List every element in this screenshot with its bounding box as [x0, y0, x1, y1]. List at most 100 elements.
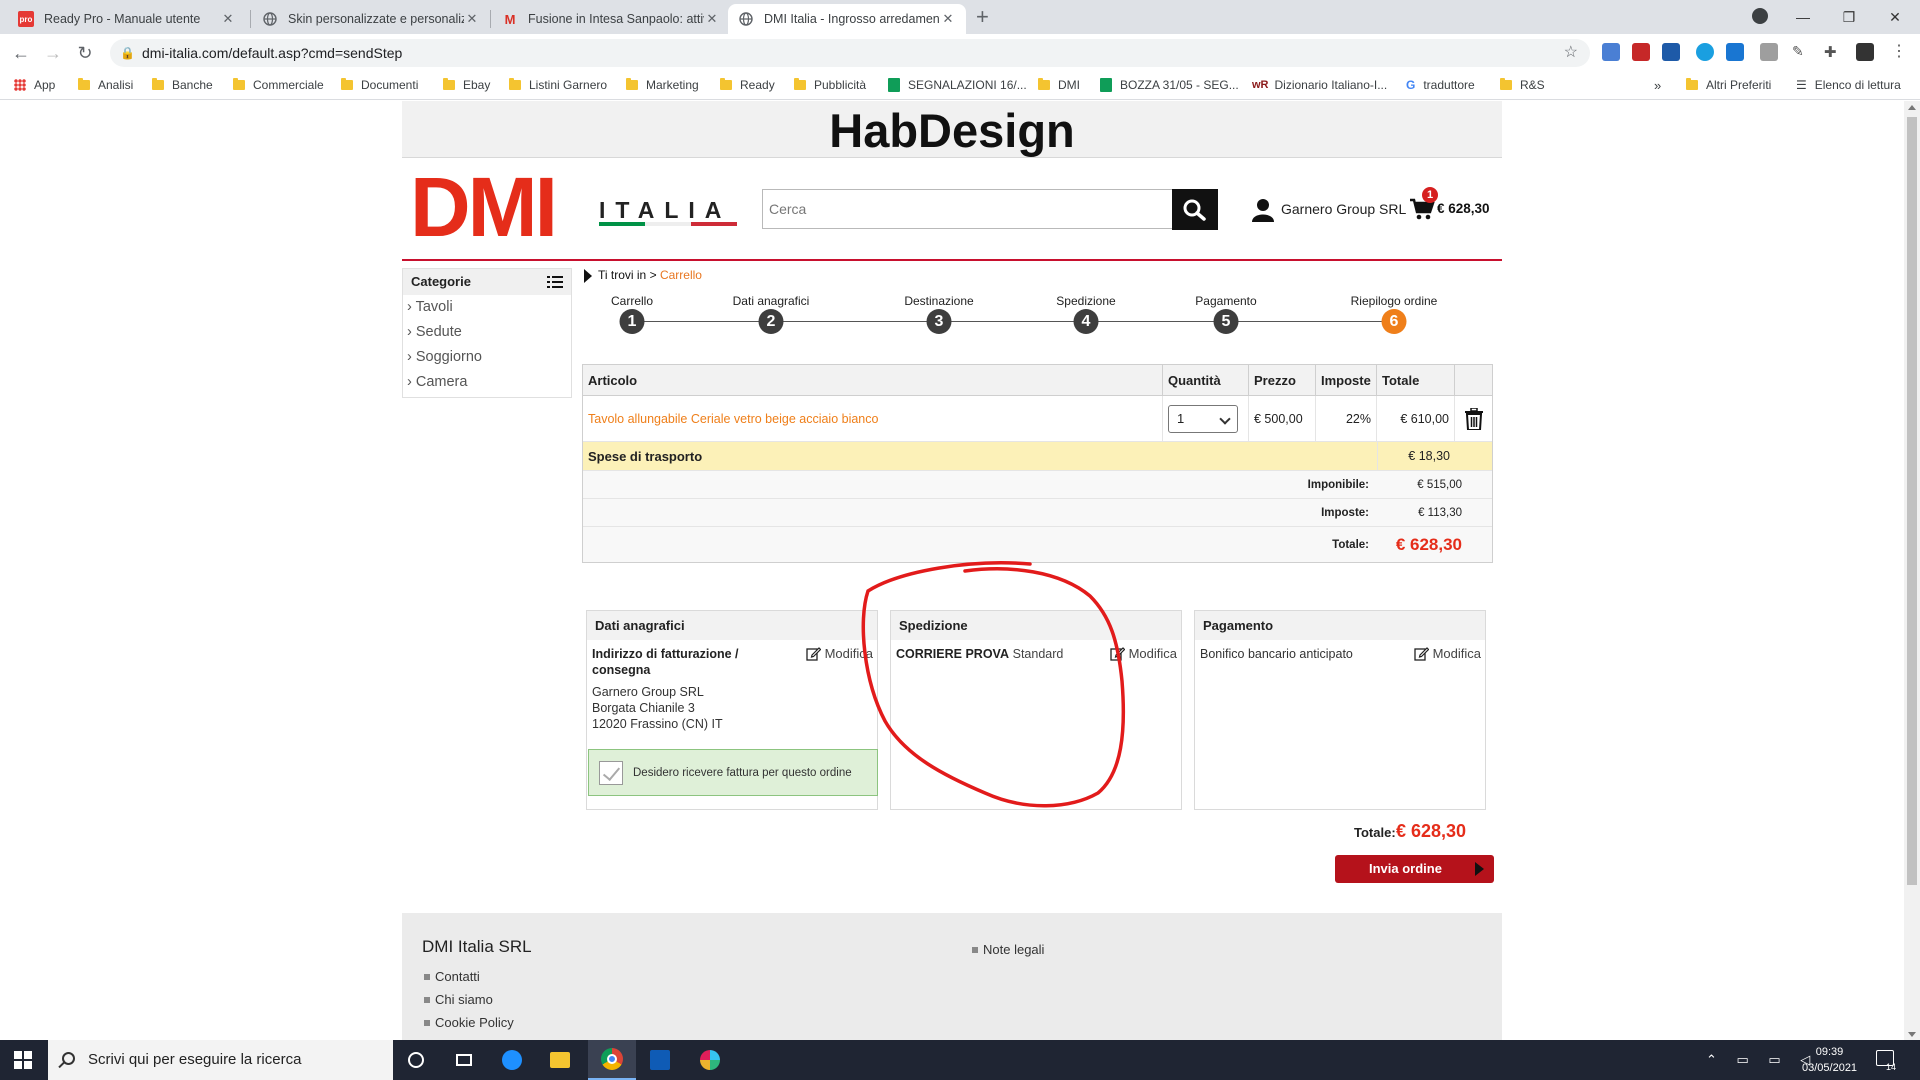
footer-link-about[interactable]: Chi siamo: [424, 992, 493, 1007]
search-button[interactable]: [1172, 189, 1218, 230]
outlook-icon[interactable]: [636, 1040, 684, 1080]
cart-table: Articolo Quantità Prezzo Imposte Totale …: [582, 364, 1493, 563]
step-label-payment[interactable]: Pagamento: [1195, 294, 1256, 308]
bookmark-folder[interactable]: Ready: [720, 77, 775, 93]
category-link[interactable]: › Sedute: [403, 320, 571, 345]
reload-icon[interactable]: ↻: [72, 40, 98, 66]
edge-icon[interactable]: [488, 1040, 536, 1080]
skype-icon[interactable]: [1696, 43, 1714, 61]
taskbar-clock[interactable]: 09:39 03/05/2021: [1802, 1044, 1857, 1076]
back-icon[interactable]: ←: [8, 40, 34, 66]
calendar-extension-icon[interactable]: [1632, 43, 1650, 61]
page-scrollbar[interactable]: [1904, 101, 1920, 1041]
product-name-link[interactable]: Tavolo allungabile Ceriale vetro beige a…: [588, 412, 878, 426]
minimize-icon[interactable]: —: [1780, 4, 1826, 30]
camera-extension-icon[interactable]: [1602, 43, 1620, 61]
new-tab-button[interactable]: +: [976, 4, 989, 30]
pen-extension-icon[interactable]: ✎: [1792, 43, 1810, 61]
bookmark-star-icon[interactable]: ☆: [1564, 39, 1578, 67]
step-label-destination[interactable]: Destinazione: [904, 294, 973, 308]
bookmark-folder[interactable]: Listini Garnero: [509, 77, 607, 93]
close-window-icon[interactable]: ✕: [1872, 4, 1918, 30]
category-link[interactable]: › Camera: [403, 370, 571, 395]
close-tab-icon[interactable]: ✕: [940, 11, 956, 27]
remove-item-button[interactable]: [1455, 396, 1492, 441]
windows-start-icon[interactable]: [14, 1051, 32, 1069]
category-link[interactable]: › Soggiorno: [403, 345, 571, 370]
step-3-badge[interactable]: 3: [926, 309, 952, 334]
task-view-icon[interactable]: [440, 1040, 488, 1080]
footer-link-legal[interactable]: Note legali: [972, 942, 1044, 957]
step-label-cart[interactable]: Carrello: [611, 294, 653, 308]
close-tab-icon[interactable]: ✕: [704, 11, 720, 27]
tab-search-icon[interactable]: [1752, 8, 1768, 24]
browser-tab-dmi-active[interactable]: DMI Italia - Ingrosso arredament ✕: [728, 4, 966, 34]
bookmark-folder[interactable]: Pubblicità: [794, 77, 866, 93]
puzzle-icon[interactable]: ✚: [1824, 43, 1842, 61]
dmi-logo[interactable]: DMI: [410, 165, 558, 249]
restore-icon[interactable]: ❐: [1826, 4, 1872, 30]
other-bookmarks[interactable]: Altri Preferiti: [1686, 77, 1771, 93]
bookmark-folder[interactable]: R&S: [1500, 77, 1545, 93]
bookmarks-overflow-button[interactable]: »: [1654, 77, 1661, 93]
slack-icon[interactable]: [686, 1040, 734, 1080]
bookmark-folder[interactable]: Commerciale: [233, 77, 324, 93]
clock-time: 09:39: [1815, 1046, 1844, 1058]
translate-extension-icon[interactable]: [1760, 43, 1778, 61]
site-footer: DMI Italia SRL Contatti Chi siamo Cookie…: [402, 913, 1502, 1043]
footer-link-cookie[interactable]: Cookie Policy: [424, 1015, 514, 1030]
send-order-button[interactable]: Invia ordine: [1335, 855, 1494, 883]
scroll-up-arrow-icon[interactable]: [1908, 105, 1916, 110]
account-name-link[interactable]: Garnero Group SRL: [1281, 201, 1406, 217]
step-4-badge[interactable]: 4: [1073, 309, 1099, 334]
browser-tab-skin[interactable]: Skin personalizzate e personalizz ✕: [252, 4, 490, 34]
step-label-shipping[interactable]: Spedizione: [1056, 294, 1115, 308]
profile-avatar[interactable]: [1856, 43, 1874, 61]
invoice-checkbox[interactable]: [599, 760, 623, 785]
screenshot-extension-icon[interactable]: [1662, 43, 1680, 61]
close-tab-icon[interactable]: ✕: [464, 11, 480, 27]
bookmark-folder[interactable]: DMI: [1038, 77, 1080, 93]
step-1-badge[interactable]: 1: [619, 309, 645, 334]
categories-header[interactable]: Categorie: [403, 269, 571, 295]
taskbar-search-box[interactable]: Scrivi qui per eseguire la ricerca: [48, 1040, 393, 1080]
cortana-icon[interactable]: [392, 1040, 440, 1080]
category-label: Sedute: [415, 324, 462, 340]
step-5-badge[interactable]: 5: [1213, 309, 1239, 334]
breadcrumb-prefix: Ti trovi in: [598, 268, 647, 282]
folder-icon: [626, 78, 638, 90]
cart-total-link[interactable]: € 628,30: [1437, 201, 1490, 216]
bookmark-sheet[interactable]: BOZZA 31/05 - SEG...: [1100, 77, 1239, 93]
chrome-icon[interactable]: [588, 1040, 636, 1080]
menu-icon[interactable]: ⋮: [1890, 43, 1908, 61]
shipping-cost-value: € 18,30: [1377, 442, 1455, 470]
bookmark-folder[interactable]: Documenti: [341, 77, 418, 93]
search-input[interactable]: Cerca: [762, 189, 1172, 229]
bookmark-link[interactable]: wR Dizionario Italiano-I...: [1252, 77, 1387, 93]
category-link[interactable]: › Tavoli: [403, 295, 571, 320]
bookmark-sheet[interactable]: SEGNALAZIONI 16/...: [888, 77, 1027, 93]
bookmark-folder[interactable]: Banche: [152, 77, 213, 93]
step-2-badge[interactable]: 2: [758, 309, 784, 334]
edit-payment-button[interactable]: Modifica: [1413, 646, 1481, 661]
bookmark-folder[interactable]: Analisi: [78, 77, 133, 93]
breadcrumb-current[interactable]: Carrello: [660, 268, 702, 282]
scroll-down-arrow-icon[interactable]: [1908, 1032, 1916, 1037]
bookmark-link[interactable]: Gtraduttore: [1406, 77, 1475, 93]
close-tab-icon[interactable]: ✕: [220, 11, 236, 27]
bookmark-folder[interactable]: Ebay: [443, 77, 490, 93]
reading-list[interactable]: ☰ Elenco di lettura: [1796, 77, 1901, 93]
scrollbar-thumb[interactable]: [1907, 117, 1917, 885]
file-explorer-icon[interactable]: [536, 1040, 584, 1080]
quantity-select[interactable]: 1: [1168, 404, 1238, 433]
bookmark-folder[interactable]: Marketing: [626, 77, 699, 93]
forward-icon[interactable]: →: [40, 40, 66, 66]
user-icon[interactable]: [1252, 198, 1274, 222]
address-bar[interactable]: 🔒 dmi-italia.com/default.asp?cmd=sendSte…: [110, 39, 1590, 67]
new-extension-icon[interactable]: [1726, 43, 1744, 61]
step-label-personal-data[interactable]: Dati anagrafici: [733, 294, 810, 308]
browser-tab-ready-pro[interactable]: pro Ready Pro - Manuale utente ✕: [8, 4, 246, 34]
bookmark-apps[interactable]: App: [14, 77, 55, 93]
footer-link-contacts[interactable]: Contatti: [424, 969, 480, 984]
browser-tab-gmail[interactable]: M Fusione in Intesa Sanpaolo: attiva ✕: [492, 4, 730, 34]
